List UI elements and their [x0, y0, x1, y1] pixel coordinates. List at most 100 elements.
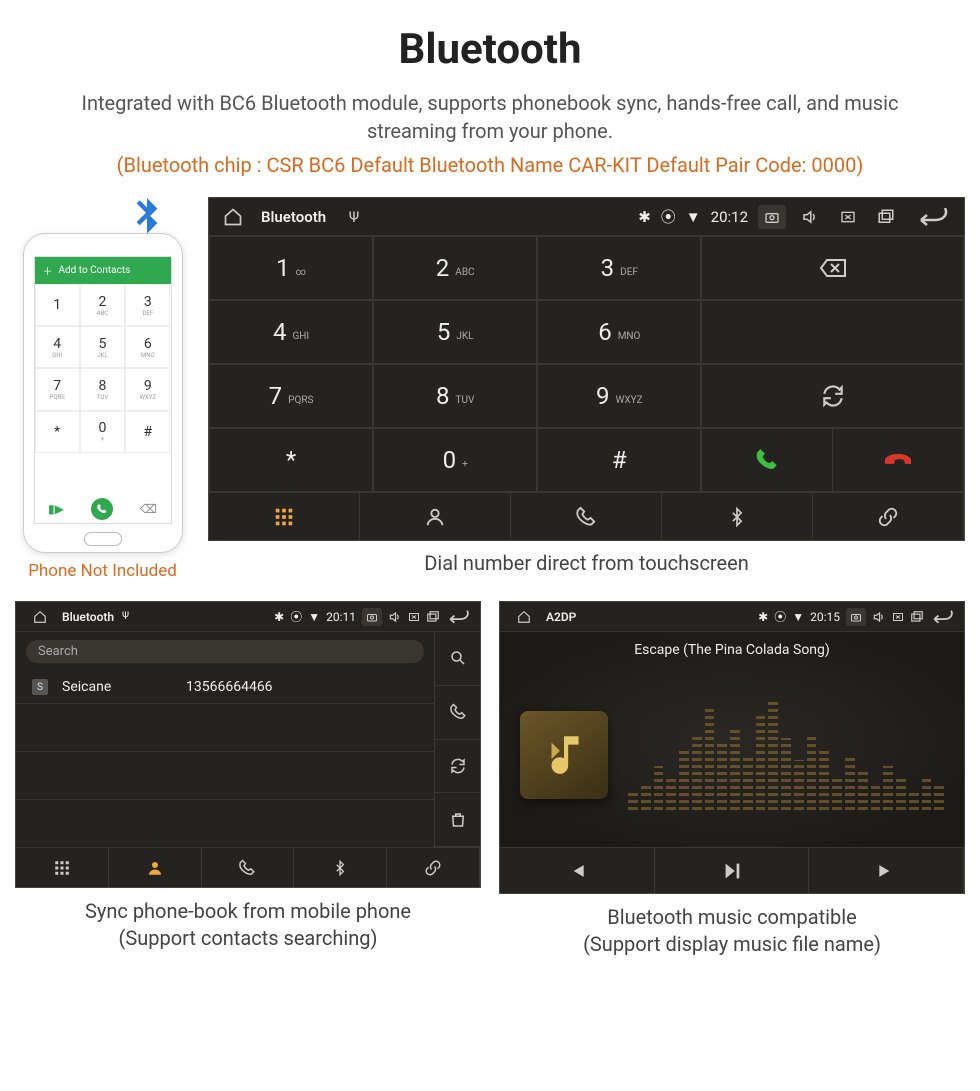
a2dp-topbar: A2DP ✱ ⦿ ▼ 20:15: [500, 602, 964, 632]
search-button[interactable]: [435, 632, 480, 686]
phone-mockup: ＋ Add to Contacts 12ABC3DEF 4GHI5JKL6MNO 7…: [23, 233, 183, 553]
search-input[interactable]: Search: [26, 640, 424, 663]
phone-caption: Phone Not Included: [15, 561, 190, 581]
close-icon[interactable]: [834, 205, 862, 229]
dialpad-key[interactable]: 5JKL: [373, 300, 537, 364]
tab-contacts[interactable]: [109, 848, 202, 887]
close-icon[interactable]: [892, 611, 904, 623]
phone-backspace-icon[interactable]: ⌫: [140, 502, 157, 516]
phone-key[interactable]: 2ABC: [80, 284, 125, 326]
dialpad-key[interactable]: 3DEF: [537, 236, 701, 300]
contact-badge: S: [32, 679, 48, 695]
page-title: Bluetooth: [0, 0, 980, 89]
phone-key[interactable]: 6MNO: [125, 326, 170, 368]
dialpad-key[interactable]: #: [537, 428, 701, 492]
back-icon[interactable]: [910, 205, 954, 229]
recents-icon[interactable]: [910, 610, 924, 624]
volume-icon[interactable]: [872, 610, 886, 624]
clock: 20:15: [810, 610, 840, 624]
a2dp-title: A2DP: [546, 610, 576, 624]
phone-topbar: ＋ Add to Contacts: [35, 257, 171, 284]
back-icon[interactable]: [446, 610, 470, 624]
phone-key[interactable]: 3DEF: [125, 284, 170, 326]
phone-key[interactable]: *: [35, 411, 80, 453]
contacts-caption-1: Sync phone-book from mobile phone: [15, 898, 481, 925]
home-icon[interactable]: [510, 605, 538, 629]
tab-bluetooth[interactable]: [662, 493, 813, 540]
prev-button[interactable]: [500, 848, 655, 893]
tab-keypad[interactable]: [209, 493, 360, 540]
dialpad-key[interactable]: 7PQRS: [209, 364, 373, 428]
contact-number: 13566664466: [186, 679, 273, 695]
dialpad-key[interactable]: 1∞: [209, 236, 373, 300]
tab-pair[interactable]: [813, 493, 964, 540]
dialer-tabbar: [209, 492, 964, 540]
empty-cell: [701, 300, 964, 364]
dialer-headunit: Bluetooth Ψ ✱ ⦿ ▼ 20:12 1∞2ABC3DEF4GHI5J…: [208, 197, 965, 541]
recents-icon[interactable]: [426, 610, 440, 624]
dialpad-key[interactable]: 0+: [373, 428, 537, 492]
a2dp-caption-1: Bluetooth music compatible: [499, 904, 965, 931]
sync-button[interactable]: [435, 740, 480, 794]
contacts-title: Bluetooth: [62, 610, 114, 624]
contacts-topbar: Bluetooth Ψ ✱ ⦿ ▼ 20:11: [16, 602, 480, 632]
tab-bluetooth[interactable]: [294, 848, 387, 887]
dialpad-key[interactable]: 4GHI: [209, 300, 373, 364]
screenshot-icon[interactable]: [846, 608, 866, 626]
song-title: Escape (The Pina Colada Song): [500, 632, 964, 662]
clock: 20:12: [711, 208, 748, 226]
tab-recents[interactable]: [511, 493, 662, 540]
dialer-title: Bluetooth: [261, 208, 326, 226]
phone-key[interactable]: 0+: [80, 411, 125, 453]
volume-icon[interactable]: [796, 205, 824, 229]
close-icon[interactable]: [408, 611, 420, 623]
bt-status-icon: ✱: [274, 610, 284, 624]
tab-contacts[interactable]: [360, 493, 511, 540]
contact-row[interactable]: S Seicane 13566664466: [16, 671, 434, 704]
home-icon[interactable]: [26, 605, 54, 629]
spec-line: (Bluetooth chip : CSR BC6 Default Blueto…: [0, 145, 980, 197]
home-icon[interactable]: [219, 205, 247, 229]
play-pause-button[interactable]: [655, 848, 810, 893]
phone-key[interactable]: 5JKL: [80, 326, 125, 368]
call-hangup-cell[interactable]: [701, 428, 964, 492]
next-button[interactable]: [809, 848, 964, 893]
dialpad-key[interactable]: *: [209, 428, 373, 492]
intro-text: Integrated with BC6 Bluetooth module, su…: [0, 89, 980, 145]
bt-status-icon: ✱: [758, 610, 768, 624]
tab-pair[interactable]: [387, 848, 480, 887]
usb-icon: Ψ: [340, 205, 368, 229]
wifi-icon: ▼: [308, 610, 320, 624]
phone-key[interactable]: 1: [35, 284, 80, 326]
dialpad-key[interactable]: 9WXYZ: [537, 364, 701, 428]
location-icon: ⦿: [290, 608, 302, 625]
dialpad-key[interactable]: 6MNO: [537, 300, 701, 364]
delete-button[interactable]: [435, 793, 480, 847]
dialpad-key[interactable]: 2ABC: [373, 236, 537, 300]
volume-icon[interactable]: [388, 610, 402, 624]
phone-key[interactable]: 8TUV: [80, 368, 125, 410]
phone-key[interactable]: 9WXYZ: [125, 368, 170, 410]
phone-key[interactable]: #: [125, 411, 170, 453]
contacts-tabbar: [16, 847, 480, 887]
dialpad-key[interactable]: 8TUV: [373, 364, 537, 428]
phone-dial-button[interactable]: [91, 498, 113, 520]
dialer-caption: Dial number direct from touchscreen: [208, 541, 965, 581]
screenshot-icon[interactable]: [758, 205, 786, 229]
tab-recents[interactable]: [202, 848, 295, 887]
redial-button[interactable]: [701, 364, 964, 428]
screenshot-icon[interactable]: [362, 608, 382, 626]
call-button[interactable]: [435, 686, 480, 740]
backspace-button[interactable]: [701, 236, 964, 300]
album-art: [520, 711, 608, 799]
phone-video-icon[interactable]: ▮▶: [48, 502, 64, 516]
tab-keypad[interactable]: [16, 848, 109, 887]
phone-key[interactable]: 7PQRS: [35, 368, 80, 410]
back-icon[interactable]: [930, 610, 954, 624]
recents-icon[interactable]: [872, 205, 900, 229]
bluetooth-icon: [122, 194, 172, 244]
wifi-icon: ▼: [686, 208, 701, 226]
phone-key[interactable]: 4GHI: [35, 326, 80, 368]
phone-home-button[interactable]: [84, 532, 122, 546]
usb-icon: Ψ: [122, 611, 129, 622]
